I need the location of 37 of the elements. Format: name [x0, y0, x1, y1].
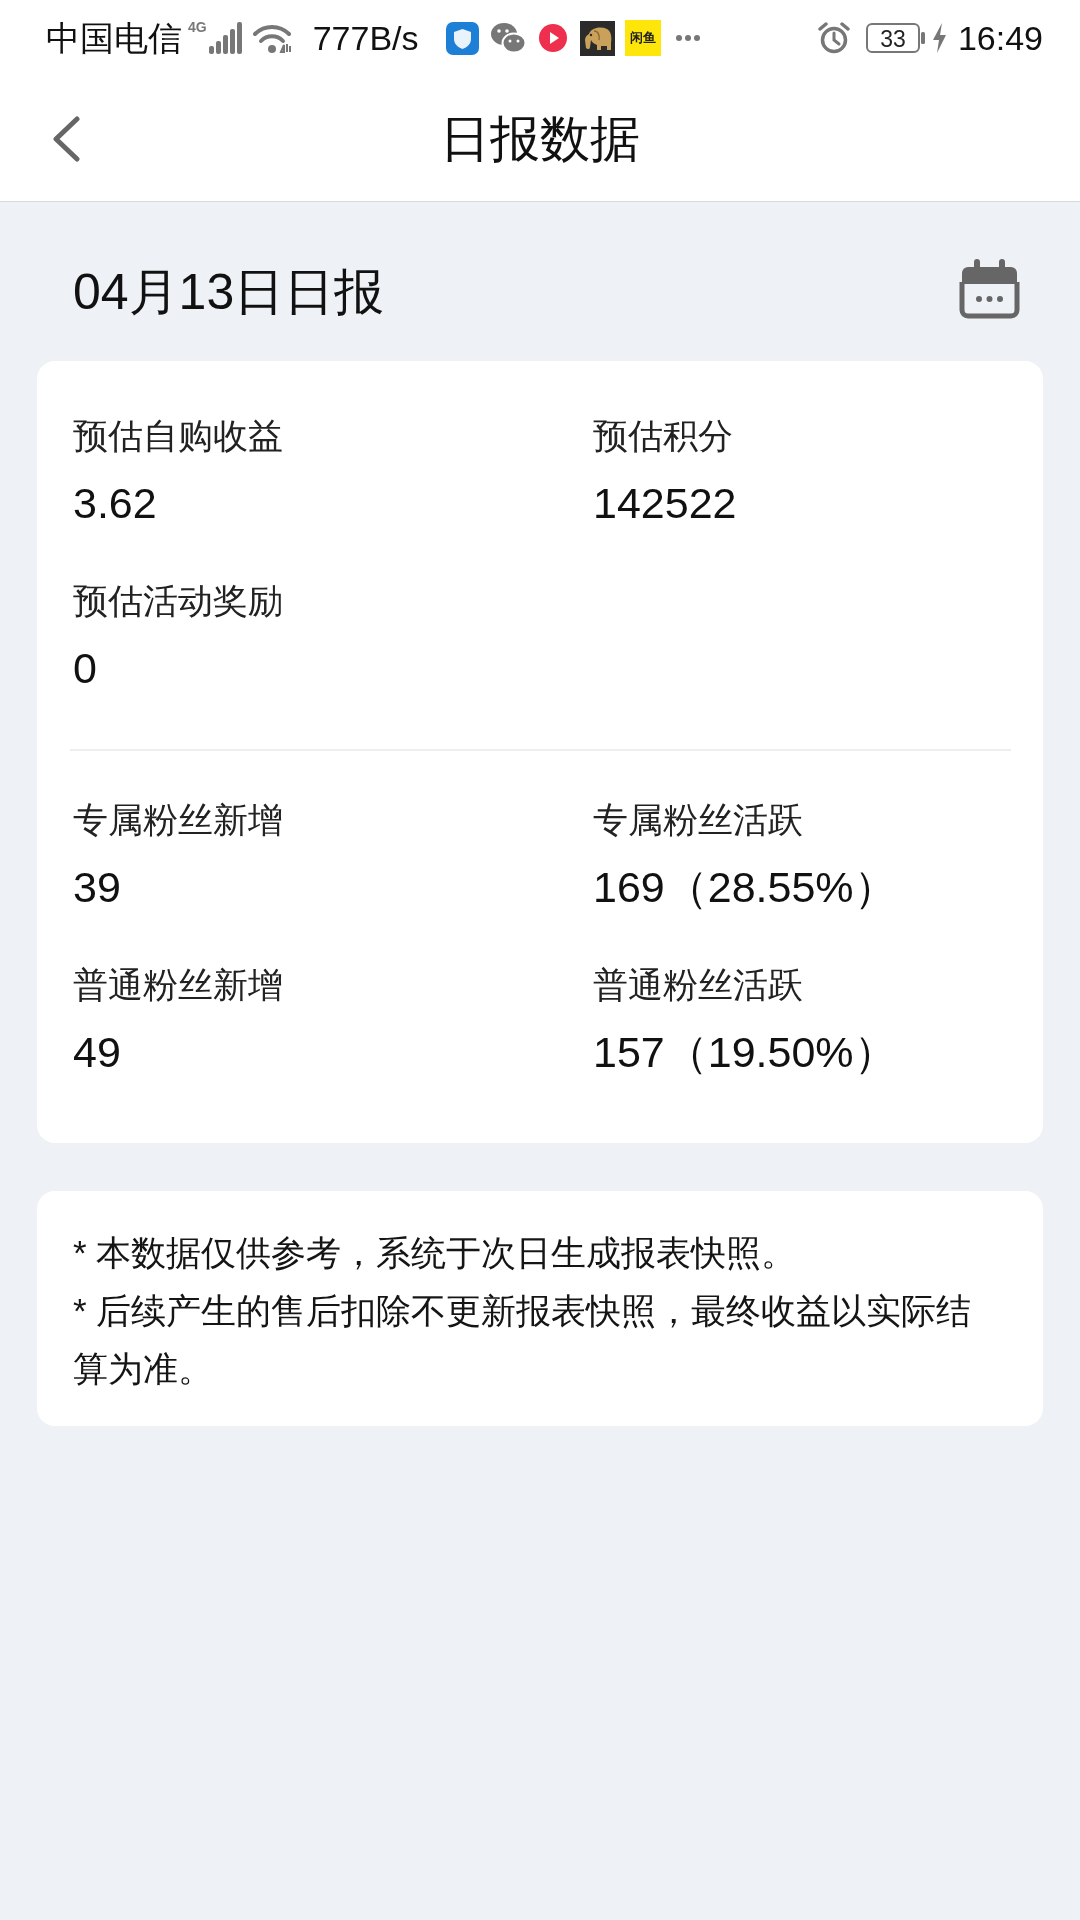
shield-icon: [445, 21, 479, 55]
stat-label: 普通粉丝活跃: [593, 964, 804, 1006]
signal-icon: [208, 22, 243, 54]
stat-value: 49: [73, 1027, 122, 1078]
more-icon: [675, 35, 700, 41]
note-text: * 后续产生的售后扣除不更新报表快照，最终收益以实际结算为准。: [73, 1290, 973, 1390]
stat-value: 169（28.55%）: [593, 862, 898, 913]
stat-label: 预估活动奖励: [73, 580, 284, 622]
stat-label: 普通粉丝新增: [73, 964, 284, 1006]
network-speed: 777B/s: [312, 18, 419, 58]
stat-value: 3.62: [73, 478, 158, 529]
battery-indicator: 33: [865, 23, 926, 53]
stat-value: 0: [73, 643, 98, 694]
stat-label: 专属粉丝新增: [73, 799, 284, 841]
calendar-button[interactable]: [959, 257, 1020, 319]
stat-label: 预估自购收益: [73, 415, 284, 457]
app-logo: 闲鱼: [624, 20, 661, 56]
note-text: * 本数据仅供参考，系统于次日生成报表快照。: [73, 1232, 798, 1274]
play-icon: [538, 24, 567, 52]
wifi-icon: [252, 22, 293, 54]
page-title: 日报数据: [440, 109, 640, 169]
chat-bubbles-icon: [489, 22, 526, 54]
elephant-icon: [579, 20, 615, 56]
stat-label: 专属粉丝活跃: [593, 799, 804, 841]
network-type-label: 4G: [188, 19, 207, 35]
report-date-title: 04月13日日报: [73, 263, 385, 322]
alarm-clock-icon: [817, 22, 850, 54]
charging-bolt-icon: [932, 23, 946, 53]
calendar-icon: [959, 257, 1020, 319]
stat-label: 预估积分: [593, 415, 734, 457]
clock-time: 16:49: [957, 18, 1043, 58]
back-button[interactable]: [51, 115, 81, 162]
stat-value: 157（19.50%）: [593, 1027, 898, 1078]
back-icon: [51, 115, 81, 162]
stat-value: 142522: [593, 478, 738, 529]
stat-value: 39: [73, 862, 122, 913]
carrier-name: 中国电信: [46, 18, 182, 58]
